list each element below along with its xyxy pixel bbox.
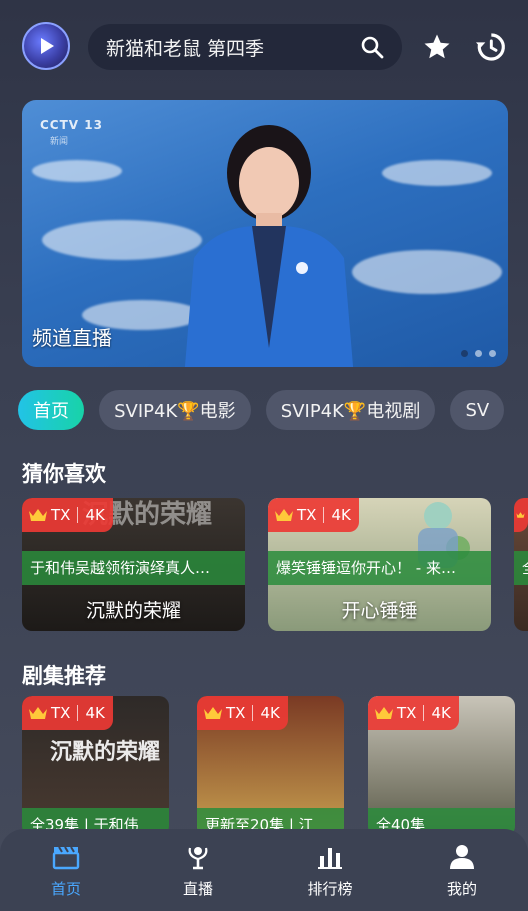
poster-title: 沉默的荣耀: [50, 739, 161, 765]
tab-home[interactable]: 首页: [18, 390, 84, 430]
tab-svip-movie[interactable]: SVIP4K🏆电影: [99, 390, 251, 430]
search-input[interactable]: 新猫和老鼠 第四季: [106, 34, 264, 61]
badge-divider: [423, 705, 425, 721]
channel-sub: 新闻: [50, 137, 69, 147]
badge-source: TX: [226, 704, 246, 722]
series-card[interactable]: TX 4K 全40集: [368, 696, 515, 836]
crown-icon: [204, 707, 222, 719]
category-tabs: 首页 SVIP4K🏆电影 SVIP4K🏆电视剧 SV: [18, 390, 528, 432]
series-card[interactable]: TX 4K 更新至20集 | 江: [197, 696, 344, 836]
section-title-guess: 猜你喜欢: [22, 462, 106, 486]
history-icon[interactable]: [474, 31, 506, 63]
card-description: 爆笑锤锤逗你开心！ - 来…: [268, 551, 491, 585]
nav-label: 排行榜: [307, 879, 353, 898]
app-logo[interactable]: [22, 22, 70, 70]
card-title: 开心锤锤: [341, 600, 418, 622]
badge-source: TX: [397, 704, 417, 722]
search-icon[interactable]: [360, 35, 384, 59]
source-badge: TX 4K: [197, 696, 288, 730]
badge-divider: [77, 507, 79, 523]
nav-ranking[interactable]: 排行榜: [285, 842, 375, 899]
nav-live[interactable]: 直播: [153, 842, 243, 899]
badge-quality: 4K: [85, 704, 105, 722]
crown-icon: [375, 707, 393, 719]
card-title: 沉默的荣耀: [85, 600, 181, 622]
ranking-chart-icon: [318, 847, 342, 869]
badge-quality: 4K: [331, 506, 351, 524]
bottom-navigation: 首页 直播 排行榜 我的: [0, 829, 528, 911]
carousel-dot[interactable]: [461, 350, 468, 357]
badge-divider: [252, 705, 254, 721]
nav-home[interactable]: 首页: [21, 842, 111, 899]
carousel-dot[interactable]: [475, 350, 482, 357]
tab-more[interactable]: SV: [450, 390, 505, 430]
badge-quality: 4K: [431, 704, 451, 722]
person-icon: [450, 844, 474, 869]
badge-divider: [323, 507, 325, 523]
carousel-dot[interactable]: [489, 350, 496, 357]
news-anchor-image: [184, 125, 354, 367]
crown-icon: [516, 512, 525, 518]
tab-svip-tv[interactable]: SVIP4K🏆电视剧: [265, 390, 436, 430]
badge-source: TX: [297, 506, 317, 524]
badge-source: TX: [51, 506, 71, 524]
recommend-card[interactable]: 全: [514, 498, 528, 631]
section-title-series: 剧集推荐: [22, 664, 106, 688]
recommend-card[interactable]: TX 4K 爆笑锤锤逗你开心！ - 来… 开心锤锤: [268, 498, 491, 631]
crown-icon: [29, 707, 47, 719]
card-description: 于和伟吴越领衔演绎真人…: [22, 551, 245, 585]
source-badge: TX 4K: [22, 696, 113, 730]
badge-divider: [77, 705, 79, 721]
favorite-star-icon[interactable]: [422, 32, 452, 62]
badge-quality: 4K: [85, 506, 105, 524]
source-badge: TX 4K: [368, 696, 459, 730]
nav-label: 首页: [50, 879, 81, 898]
badge-source: TX: [51, 704, 71, 722]
clapperboard-icon: [52, 845, 80, 869]
carousel-dots[interactable]: [461, 350, 496, 357]
crown-icon: [275, 509, 293, 521]
top-bar: 新猫和老鼠 第四季: [0, 0, 528, 92]
nav-label: 直播: [182, 879, 213, 898]
card-description: 全: [514, 551, 528, 585]
banner-label: 频道直播: [32, 326, 112, 350]
series-card[interactable]: 沉默的荣耀 TX 4K 全39集 | 于和伟: [22, 696, 169, 836]
channel-logo: CCTV 13: [40, 118, 103, 132]
nav-label: 我的: [446, 879, 477, 898]
source-badge: [514, 498, 528, 532]
source-badge: TX 4K: [268, 498, 359, 532]
search-bar[interactable]: 新猫和老鼠 第四季: [88, 24, 402, 70]
play-icon: [41, 38, 54, 54]
live-antenna-icon: [188, 846, 208, 869]
source-badge: TX 4K: [22, 498, 113, 532]
badge-quality: 4K: [260, 704, 280, 722]
live-channel-banner[interactable]: CCTV 13 新闻 频道直播: [22, 100, 508, 367]
crown-icon: [29, 509, 47, 521]
nav-profile[interactable]: 我的: [417, 842, 507, 899]
recommend-card[interactable]: 沉默的荣耀 TX 4K 于和伟吴越领衔演绎真人… 沉默的荣耀: [22, 498, 245, 631]
